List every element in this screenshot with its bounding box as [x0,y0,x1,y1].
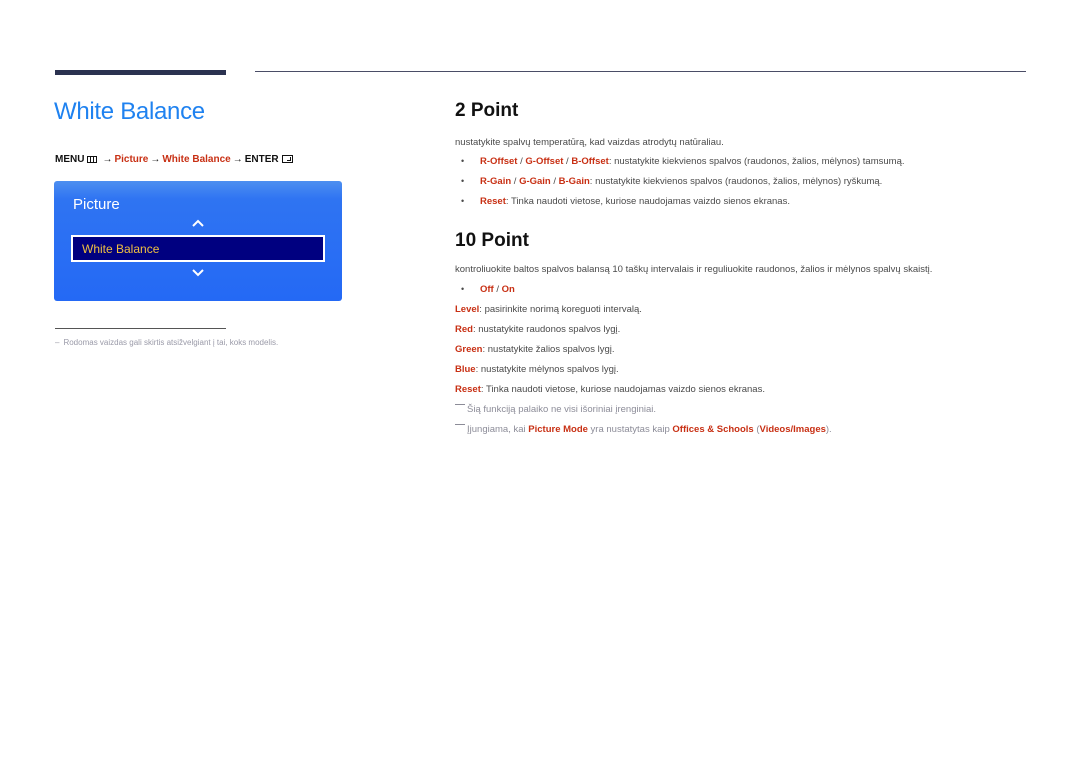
keyword: B-Gain [558,176,590,187]
setting-line: Blue: nustatykite mėlynos spalvos lygį. [455,364,619,375]
footnote: – Rodomas vaizdas gali skirtis atsižvelgi… [55,338,278,347]
footnote-rule [55,328,226,329]
keyword: Level [455,304,480,315]
setting-line: Reset: Tinka naudoti vietose, kuriose na… [455,384,765,395]
separator: / [550,176,559,187]
description: : nustatykite raudonos spalvos lygį. [472,324,621,335]
two-point-intro: nustatykite spalvų temperatūrą, kad vaiz… [455,137,724,148]
description: : nustatykite mėlynos spalvos lygį. [475,364,619,375]
keyword: Red [455,324,473,335]
separator: / [511,176,520,187]
keyword: Green [455,344,483,355]
description: : Tinka naudoti vietose, kuriose naudoja… [505,196,790,207]
note-text: yra nustatytas kaip [587,424,673,435]
note-dash [455,404,465,405]
note-text: Įjungiama, kai [467,424,529,435]
footnote-text: Rodomas vaizdas gali skirtis atsižvelgia… [63,338,279,347]
header-rule-thin [255,71,1026,72]
bullet: • [461,176,465,186]
header-rule-thick [55,70,226,75]
page-title: White Balance [54,98,205,125]
list-item-off-on: Off / On [480,284,515,295]
osd-item-label: White Balance [82,242,160,256]
keyword: Reset [480,196,506,207]
arrow: → [232,154,243,165]
enter-label: ENTER [244,154,279,165]
ten-point-intro: kontroliuokite baltos spalvos balansą 10… [455,264,933,275]
keyword: R-Gain [480,176,512,187]
keyword: G-Offset [525,156,564,167]
menu-step-white-balance: White Balance [162,154,231,165]
menu-path: MENU → Picture → White Balance → ENTER [55,154,293,165]
description: : pasirinkite norimą koreguoti intervalą… [479,304,642,315]
keyword: B-Offset [571,156,609,167]
bullet: • [461,156,465,166]
keyword: Blue [455,364,476,375]
list-item: R-Gain / G-Gain / B-Gain: nustatykite ki… [480,176,882,187]
description: : nustatykite kiekvienos spalvos (raudon… [589,176,883,187]
enter-icon [281,155,293,163]
arrow: → [102,154,113,165]
keyword: Picture Mode [528,424,588,435]
description: : nustatykite kiekvienos spalvos (raudon… [608,156,905,167]
keyword: Offices & Schools [672,424,754,435]
keyword: G-Gain [519,176,551,187]
section-heading-10-point: 10 Point [455,230,529,251]
keyword: Videos/Images [759,424,826,435]
arrow: → [150,154,161,165]
note-line: Įjungiama, kai Picture Mode yra nustatyt… [455,424,832,435]
keyword: R-Offset [480,156,518,167]
section-heading-2-point: 2 Point [455,100,519,121]
menu-step-picture: Picture [114,154,149,165]
note-line: Šią funkciją palaiko ne visi išoriniai į… [455,404,656,415]
chevron-down-icon[interactable] [192,267,204,279]
chevron-up-icon[interactable] [192,217,204,229]
menu-label: MENU [55,154,85,165]
footnote-dash: – [55,338,60,347]
keyword: Reset [455,384,481,395]
option-on: On [501,284,515,295]
list-item: Reset: Tinka naudoti vietose, kuriose na… [480,196,790,207]
note-text: Šią funkciją palaiko ne visi išoriniai į… [467,404,657,415]
list-item: R-Offset / G-Offset / B-Offset: nustatyk… [480,156,905,167]
setting-line: Green: nustatykite žalios spalvos lygį. [455,344,614,355]
bullet: • [461,196,465,206]
separator: / [493,284,502,295]
osd-title: Picture [73,196,120,213]
menu-icon [87,156,98,163]
osd-selected-item[interactable]: White Balance [71,235,325,262]
note-text: ). [825,424,832,435]
bullet: • [461,284,465,294]
description: : nustatykite žalios spalvos lygį. [482,344,615,355]
note-dash [455,424,465,425]
setting-line: Red: nustatykite raudonos spalvos lygį. [455,324,620,335]
setting-line: Level: pasirinkite norimą koreguoti inte… [455,304,642,315]
description: : Tinka naudoti vietose, kuriose naudoja… [480,384,765,395]
option-off: Off [480,284,494,295]
osd-menu-panel: Picture White Balance [54,181,342,301]
